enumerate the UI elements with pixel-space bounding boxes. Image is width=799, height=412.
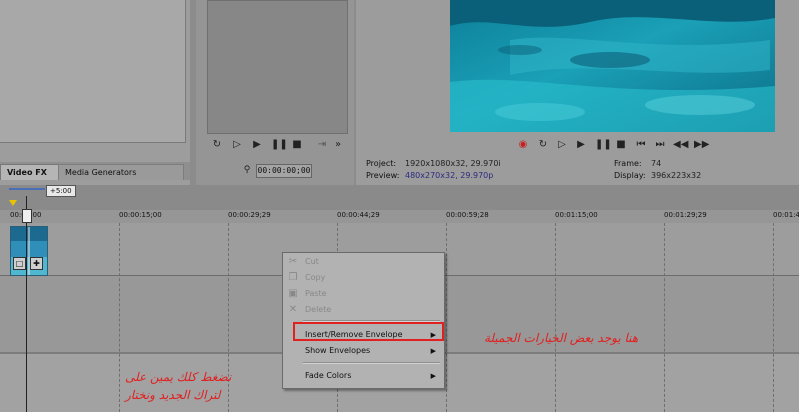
grid-line [119,223,120,412]
insert-icon[interactable]: ⇥ [316,139,328,151]
grid-line [773,223,774,412]
play-icon[interactable]: ▶ [251,139,263,151]
stop-icon[interactable]: ■ [615,139,627,151]
delete-icon: ✕ [288,304,298,315]
trimmer-time: 00:00:00;00 [256,164,312,178]
display-value: 396x223x32 [651,171,702,180]
frame-label: Frame: [614,159,642,168]
menu-item-show-envelopes[interactable]: Show Envelopes ▶ [283,344,444,358]
ruler-tick: 00:00:44;29 [337,211,380,219]
ruler-tick: 00:00:29;29 [228,211,271,219]
ruler-tick: 00:00:15;00 [119,211,162,219]
preview-value: 480x270x32, 29.970p [405,171,494,180]
ruler-tick: 00:01:29;29 [664,211,707,219]
frame-value: 74 [651,159,662,168]
context-menu: ✂ Cut ❐ Copy ▣ Paste ✕ Delete Insert/Rem… [282,252,445,389]
fx-icon[interactable]: ✚ [30,257,43,270]
loop-icon[interactable]: ↻ [211,139,223,151]
record-icon[interactable]: ◉ [517,139,529,151]
menu-item-copy: ❐ Copy [288,272,326,283]
grid-line [555,223,556,412]
menu-item-paste: ▣ Paste [288,288,327,299]
menu-item-fade-colors[interactable]: Fade Colors ▶ [283,369,444,383]
trimmer-screen [207,0,348,134]
play-icon[interactable]: ▶ [575,139,587,151]
tab-video-fx[interactable]: Video FX [0,164,67,180]
ruler-tick: 00:01:4 [773,211,799,219]
loop-length: +5:00 [46,185,76,197]
prev-frame-icon[interactable]: ⏮ [635,139,647,151]
pause-icon[interactable]: ❚❚ [271,139,288,151]
menu-item-cut: ✂ Cut [288,256,319,267]
paste-icon: ▣ [288,288,298,299]
highlight-box [293,322,444,341]
stop-icon[interactable]: ■ [291,139,303,151]
play-from-start-icon[interactable]: ▷ [231,139,243,151]
annotation-step-line1: نضغط كلك يمين على [125,370,232,384]
fast-forward-icon[interactable]: ▶▶ [694,139,709,151]
submenu-arrow-icon: ▶ [430,372,436,380]
menu-item-delete: ✕ Delete [288,304,332,315]
video-clip[interactable]: □ ✚ [10,226,48,276]
pause-icon[interactable]: ❚❚ [595,139,612,151]
submenu-arrow-icon: ▶ [430,347,436,355]
more-icon[interactable]: » [332,139,344,151]
next-frame-icon[interactable]: ⏭ [654,139,666,151]
project-label: Project: [366,159,397,168]
loop-icon[interactable]: ↻ [537,139,549,151]
display-label: Display: [614,171,646,180]
loop-region-bar[interactable] [9,185,45,194]
play-from-start-icon[interactable]: ▷ [556,139,568,151]
panel-tab-strip: Video FX Media Generators [0,162,190,180]
tab-media-generators[interactable]: Media Generators [58,164,184,180]
playhead-handle[interactable] [22,209,32,223]
ruler-tick: 00:00:59;28 [446,211,489,219]
marker-icon: ⚲ [243,165,251,175]
grid-line [664,223,665,412]
grid-line [446,223,447,412]
scissors-icon: ✂ [288,256,298,267]
marker-flag-icon[interactable] [9,200,17,206]
video-preview [450,0,775,132]
rewind-icon[interactable]: ◀◀ [673,139,688,151]
project-value: 1920x1080x32, 29.970i [405,159,501,168]
menu-separator [303,362,440,364]
copy-icon: ❐ [288,272,298,283]
fx-list-area[interactable] [0,0,186,143]
preview-label: Preview: [366,171,400,180]
ruler-tick: 00:01:15;00 [555,211,598,219]
annotation-options-note: هنا يوجد بعض الخيارات الجميلة [484,331,639,345]
crop-icon[interactable]: □ [13,257,26,270]
annotation-step-line2: لتراك الجديد ونختار [125,388,221,402]
playhead[interactable] [26,196,27,412]
